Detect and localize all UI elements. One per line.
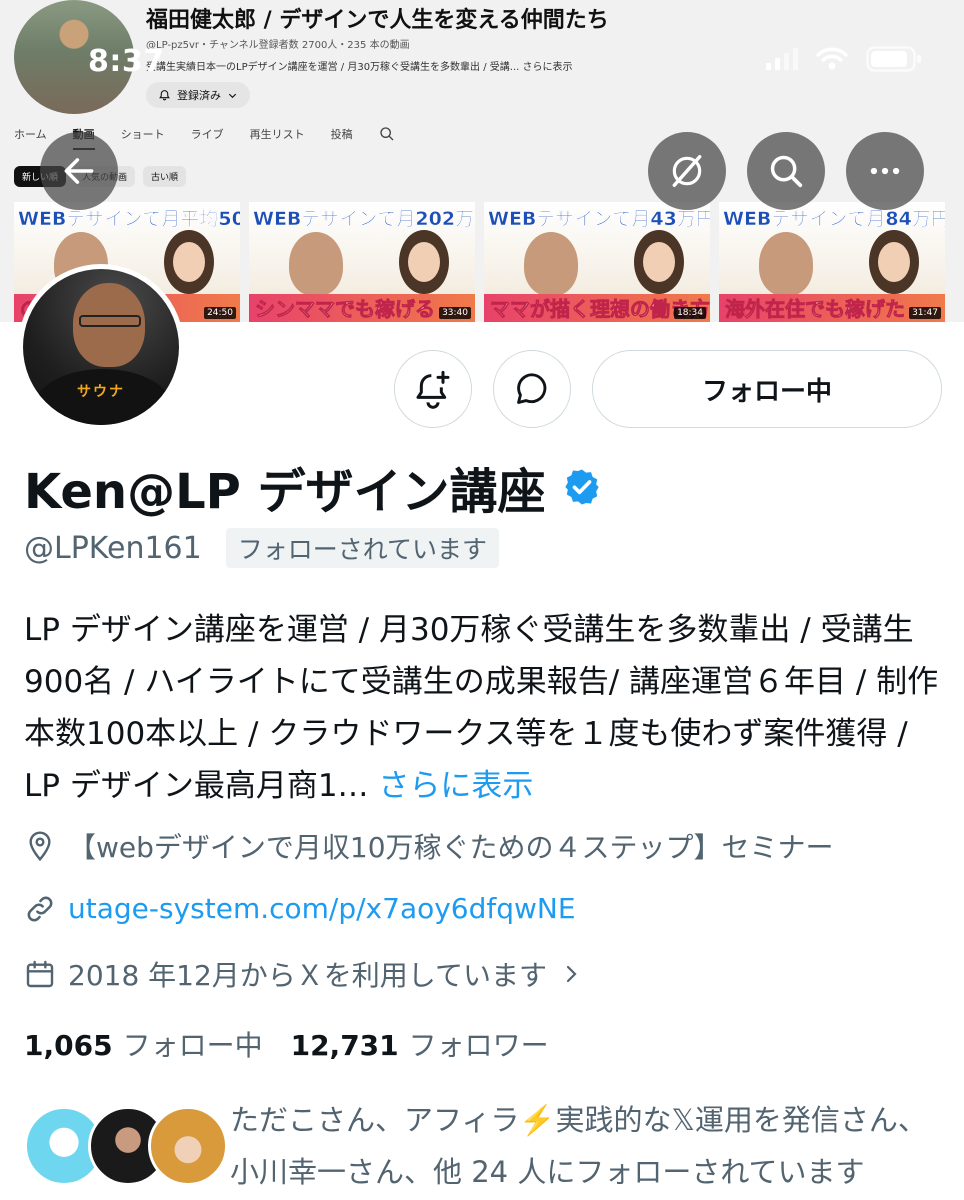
profile-bio: LP デザイン講座を運営 / 月30万稼ぐ受講生を多数輩出 / 受講生900名 … xyxy=(24,604,946,812)
bell-icon xyxy=(159,89,170,100)
youtube-channel-description: 受講生実績日本一のLPデザイン講座を運営 / 月30万稼ぐ受講生を多数輩出 / … xyxy=(146,58,573,73)
location-pin-icon xyxy=(29,831,51,862)
search-icon xyxy=(380,127,394,141)
thumbnail-person xyxy=(289,232,343,296)
youtube-channel-meta: @LP-pz5vr・チャンネル登録者数 2700人・235 本の動画 xyxy=(146,40,410,51)
avatar-photo: サウナ xyxy=(23,269,179,425)
website-link[interactable]: utage-system.com/p/x7aoy6dfqwNE xyxy=(68,892,576,925)
chat-bubble-icon xyxy=(517,373,547,404)
thumbnail-headline: WEBデザインで月平均50万円 xyxy=(18,208,240,230)
location-row: 【webデザインで月収10万稼ぐための４ステップ】セミナー xyxy=(24,826,834,866)
following-count: 1,065 xyxy=(24,1029,113,1062)
battery-icon xyxy=(866,46,921,72)
thumbnail-person xyxy=(869,230,919,294)
status-bar-icons xyxy=(766,46,922,72)
youtube-subscribed-label: 登録済み xyxy=(177,89,221,102)
youtube-desc-text: 受講生実績日本一のLPデザイン講座を運営 / 月30万稼ぐ受講生を多数輩出 / … xyxy=(146,62,520,73)
following-label: フォロー中 xyxy=(122,1029,263,1062)
website-row[interactable]: utage-system.com/p/x7aoy6dfqwNE xyxy=(24,892,576,925)
avatar xyxy=(148,1106,228,1186)
followers-count-link[interactable]: 12,731 フォロワー xyxy=(291,1024,549,1064)
message-button[interactable] xyxy=(493,350,571,428)
followers-label: フォロワー xyxy=(408,1029,549,1062)
avatar-shirt-text: サウナ xyxy=(77,384,125,400)
thumbnail-headline: WEBデザインで月84万円 xyxy=(723,208,945,230)
chevron-right-icon xyxy=(566,965,577,983)
thumbnail-person xyxy=(759,232,813,296)
youtube-desc-more: さらに表示 xyxy=(522,62,573,73)
grok-button[interactable] xyxy=(648,132,726,210)
thumbnail-person xyxy=(634,230,684,294)
thumbnail-person xyxy=(399,230,449,294)
video-thumbnail: WEBデザインで月84万円 海外在住でも稼げた 31:47 xyxy=(719,202,945,322)
search-icon xyxy=(770,155,803,188)
status-bar-time: 8:37 xyxy=(88,44,165,79)
following-count-link[interactable]: 1,065 フォロー中 xyxy=(24,1024,263,1064)
youtube-channel-title: 福田健太郎 / デザインで人生を変える仲間たち xyxy=(146,8,609,33)
notifications-button[interactable] xyxy=(394,350,472,428)
followers-count: 12,731 xyxy=(290,1029,399,1062)
thumbnail-headline: WEBデザインで月202万円 xyxy=(253,208,475,230)
location-text: 【webデザインで月収10万稼ぐための４ステップ】セミナー xyxy=(68,831,834,864)
more-options-button[interactable] xyxy=(846,132,924,210)
youtube-subscribed-button: 登録済み xyxy=(146,82,250,108)
arrow-left-icon xyxy=(64,158,94,184)
back-button[interactable] xyxy=(40,132,118,210)
thumbnail-caption: 海外在住でも稼げた xyxy=(725,297,906,322)
thumbnail-person xyxy=(164,230,214,294)
followed-by-avatars[interactable] xyxy=(24,1106,228,1190)
display-name: Ken@LP デザイン講座 xyxy=(24,464,546,520)
thumbnail-duration: 33:40 xyxy=(439,307,471,319)
link-icon xyxy=(27,896,53,921)
profile-avatar[interactable]: サウナ xyxy=(18,264,184,430)
grok-icon xyxy=(672,155,702,187)
youtube-tab: 再生リスト xyxy=(249,128,305,141)
handle-row: @LPKen161 フォローされています xyxy=(24,528,499,568)
youtube-tab: ホーム xyxy=(14,128,47,141)
wifi-icon xyxy=(816,47,848,70)
verified-badge-icon[interactable] xyxy=(562,467,602,507)
display-name-row: Ken@LP デザイン講座 xyxy=(24,452,602,522)
thumbnail-person xyxy=(524,232,578,296)
following-button[interactable]: フォロー中 xyxy=(592,350,942,428)
bell-plus-icon xyxy=(416,370,450,409)
follow-counts: 1,065 フォロー中 12,731 フォロワー xyxy=(24,1024,549,1064)
youtube-tab: 投稿 xyxy=(330,128,353,141)
follows-you-badge: フォローされています xyxy=(225,528,499,568)
joined-row[interactable]: 2018 年12月からＸを利用しています xyxy=(24,954,583,994)
youtube-chip: 古い順 xyxy=(143,166,187,187)
thumbnail-duration: 18:34 xyxy=(674,307,706,319)
user-handle: @LPKen161 xyxy=(24,530,202,566)
joined-date: 2018 年12月からＸを利用しています xyxy=(68,959,547,992)
calendar-icon xyxy=(26,960,54,988)
cellular-signal-icon xyxy=(766,48,798,70)
search-button[interactable] xyxy=(747,132,825,210)
thumbnail-caption: シンママでも稼げる xyxy=(255,297,436,322)
thumbnail-duration: 24:50 xyxy=(204,307,236,319)
video-thumbnail: WEBデザインで月43万円 ママが描く理想の働き方 18:34 xyxy=(484,202,710,322)
avatar-glasses xyxy=(79,315,141,327)
youtube-tab: ライブ xyxy=(190,128,224,141)
followed-by-text[interactable]: ただこさん、アフィラ⚡️実践的な𝕏運用を発信さん、小川幸一さん、他 24 人にフ… xyxy=(230,1094,950,1198)
bio-show-more-link[interactable]: さらに表示 xyxy=(378,768,533,804)
youtube-tab: ショート xyxy=(120,128,165,141)
video-thumbnail: WEBデザインで月202万円 シンママでも稼げる 33:40 xyxy=(249,202,475,322)
chevron-down-icon xyxy=(228,93,237,98)
more-horizontal-icon xyxy=(870,167,900,175)
thumbnail-duration: 31:47 xyxy=(909,307,941,319)
